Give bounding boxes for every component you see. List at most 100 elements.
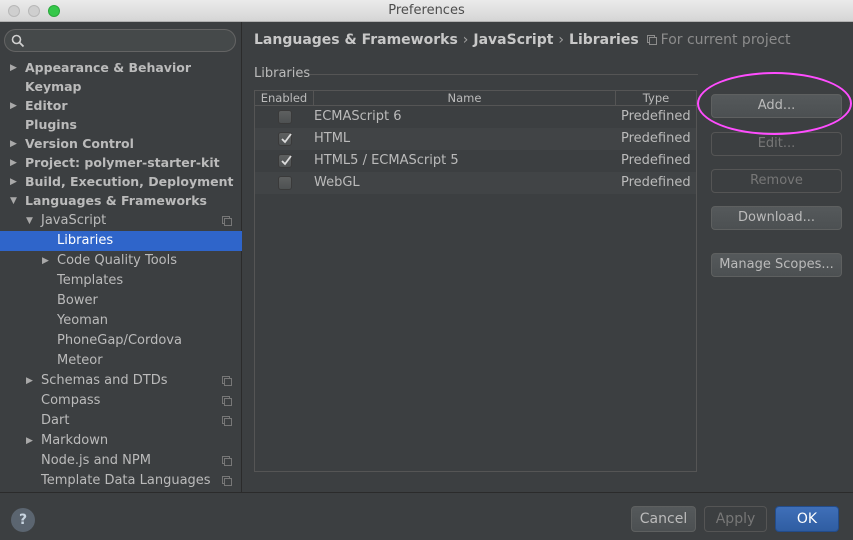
enabled-checkbox[interactable] (278, 132, 292, 146)
library-name: HTML (314, 131, 351, 146)
table-row[interactable]: ECMAScript 6 Predefined (255, 106, 696, 128)
ok-button[interactable]: OK (775, 506, 839, 532)
chevron-right-icon: ▶ (26, 376, 33, 386)
project-scope-icon (222, 396, 232, 406)
breadcrumb: Languages & Frameworks › JavaScript › Librar… (254, 32, 791, 52)
sidebar-item-label: Build, Execution, Deployment (25, 174, 234, 189)
breadcrumb-libraries: Libraries (569, 32, 639, 48)
sidebar-item-build-execution-deployment[interactable]: ▶ Build, Execution, Deployment (0, 172, 242, 192)
enabled-checkbox[interactable] (278, 110, 292, 124)
sidebar-item-label: Version Control (25, 136, 134, 151)
sidebar-item-label: Templates (57, 273, 124, 288)
highlight-annotation (697, 72, 852, 135)
sidebar-item-bower[interactable]: Bower (0, 291, 242, 311)
sidebar-item-meteor[interactable]: Meteor (0, 351, 242, 371)
project-scope-icon (222, 456, 232, 466)
settings-sidebar: ▶ Appearance & Behavior Keymap ▶ Editor … (0, 22, 242, 492)
sidebar-item-label: Schemas and DTDs (41, 373, 168, 388)
chevron-right-icon: ▶ (10, 63, 17, 73)
sidebar-item-label: PhoneGap/Cordova (57, 333, 182, 348)
sidebar-item-editor[interactable]: ▶ Editor (0, 96, 242, 116)
sidebar-item-label: Editor (25, 98, 68, 113)
sidebar-item-label: Code Quality Tools (57, 253, 178, 268)
project-scope-icon (222, 216, 232, 226)
sidebar-item-label: Meteor (57, 353, 103, 368)
sidebar-item-label: Plugins (25, 117, 77, 132)
group-divider (310, 74, 698, 75)
breadcrumb-separator: › (558, 32, 565, 48)
help-button[interactable]: ? (11, 508, 35, 532)
sidebar-item-languages-frameworks[interactable]: ▼ Languages & Frameworks (0, 191, 242, 211)
search-icon (11, 34, 25, 48)
project-scope-icon (222, 376, 232, 386)
scope-label: For current project (660, 32, 791, 48)
table-row[interactable]: HTML5 / ECMAScript 5 Predefined (255, 150, 696, 172)
library-type: Predefined (621, 109, 691, 124)
sidebar-item-code-quality-tools[interactable]: ▶ Code Quality Tools (0, 251, 242, 271)
library-type: Predefined (621, 153, 691, 168)
sidebar-item-project[interactable]: ▶ Project: polymer-starter-kit (0, 153, 242, 173)
sidebar-item-javascript[interactable]: ▼ JavaScript (0, 211, 242, 231)
manage-scopes-button[interactable]: Manage Scopes... (711, 253, 842, 277)
sidebar-item-label: Appearance & Behavior (25, 60, 191, 75)
sidebar-item-label: Project: polymer-starter-kit (25, 155, 220, 170)
breadcrumb-javascript[interactable]: JavaScript (473, 32, 553, 48)
sidebar-item-label: Keymap (25, 79, 82, 94)
sidebar-item-markdown[interactable]: ▶ Markdown (0, 431, 242, 451)
sidebar-item-label: Bower (57, 293, 98, 308)
project-scope-icon (646, 35, 657, 45)
table-header: Enabled Name Type (255, 91, 696, 106)
checkmark-icon (281, 155, 292, 166)
sidebar-item-label: Libraries (57, 233, 114, 248)
column-header-enabled[interactable]: Enabled (255, 91, 314, 106)
chevron-right-icon: ▶ (10, 101, 17, 111)
sidebar-item-version-control[interactable]: ▶ Version Control (0, 134, 242, 154)
table-row[interactable]: WebGL Predefined (255, 172, 696, 194)
window-title: Preferences (388, 3, 465, 18)
column-header-name[interactable]: Name (314, 91, 616, 106)
sidebar-item-label: Node.js and NPM (41, 453, 151, 468)
chevron-right-icon: ▶ (10, 177, 17, 187)
library-type: Predefined (621, 131, 691, 146)
breadcrumb-separator: › (462, 32, 469, 48)
sidebar-item-label: Languages & Frameworks (25, 193, 207, 208)
sidebar-item-plugins[interactable]: Plugins (0, 115, 242, 135)
enabled-checkbox[interactable] (278, 154, 292, 168)
sidebar-item-yeoman[interactable]: Yeoman (0, 311, 242, 331)
sidebar-item-label: Yeoman (57, 313, 109, 328)
libraries-group-label: Libraries (254, 66, 311, 81)
sidebar-item-label: Dart (41, 413, 70, 428)
search-input[interactable] (4, 29, 236, 52)
sidebar-item-templates[interactable]: Templates (0, 271, 242, 291)
sidebar-item-appearance-behavior[interactable]: ▶ Appearance & Behavior (0, 58, 242, 78)
sidebar-item-keymap[interactable]: Keymap (0, 77, 242, 97)
sidebar-item-dart[interactable]: Dart (0, 411, 242, 431)
project-scope-icon (222, 416, 232, 426)
library-name: WebGL (314, 175, 360, 190)
project-scope-icon (222, 476, 232, 486)
sidebar-item-label: Compass (41, 393, 101, 408)
enabled-checkbox[interactable] (278, 176, 292, 190)
chevron-right-icon: ▶ (26, 436, 33, 446)
cancel-button[interactable]: Cancel (631, 506, 696, 532)
checkmark-icon (281, 133, 292, 144)
apply-button[interactable]: Apply (704, 506, 767, 532)
title-bar: Preferences (0, 0, 853, 22)
sidebar-item-libraries[interactable]: Libraries (0, 231, 242, 251)
breadcrumb-languages-frameworks[interactable]: Languages & Frameworks (254, 32, 458, 48)
libraries-table[interactable]: Enabled Name Type ECMAScript 6 Predefine… (254, 90, 697, 472)
dialog-footer: ? Cancel Apply OK (0, 492, 853, 540)
edit-library-button[interactable]: Edit... (711, 132, 842, 156)
sidebar-item-compass[interactable]: Compass (0, 391, 242, 411)
remove-library-button[interactable]: Remove (711, 169, 842, 193)
table-row[interactable]: HTML Predefined (255, 128, 696, 150)
library-name: HTML5 / ECMAScript 5 (314, 153, 459, 168)
library-name: ECMAScript 6 (314, 109, 402, 124)
download-library-button[interactable]: Download... (711, 206, 842, 230)
sidebar-item-template-data-languages[interactable]: Template Data Languages (0, 471, 242, 491)
chevron-down-icon: ▼ (26, 216, 33, 226)
column-header-type[interactable]: Type (616, 91, 696, 106)
sidebar-item-schemas-dtds[interactable]: ▶ Schemas and DTDs (0, 371, 242, 391)
sidebar-item-phonegap-cordova[interactable]: PhoneGap/Cordova (0, 331, 242, 351)
sidebar-item-nodejs-npm[interactable]: Node.js and NPM (0, 451, 242, 471)
